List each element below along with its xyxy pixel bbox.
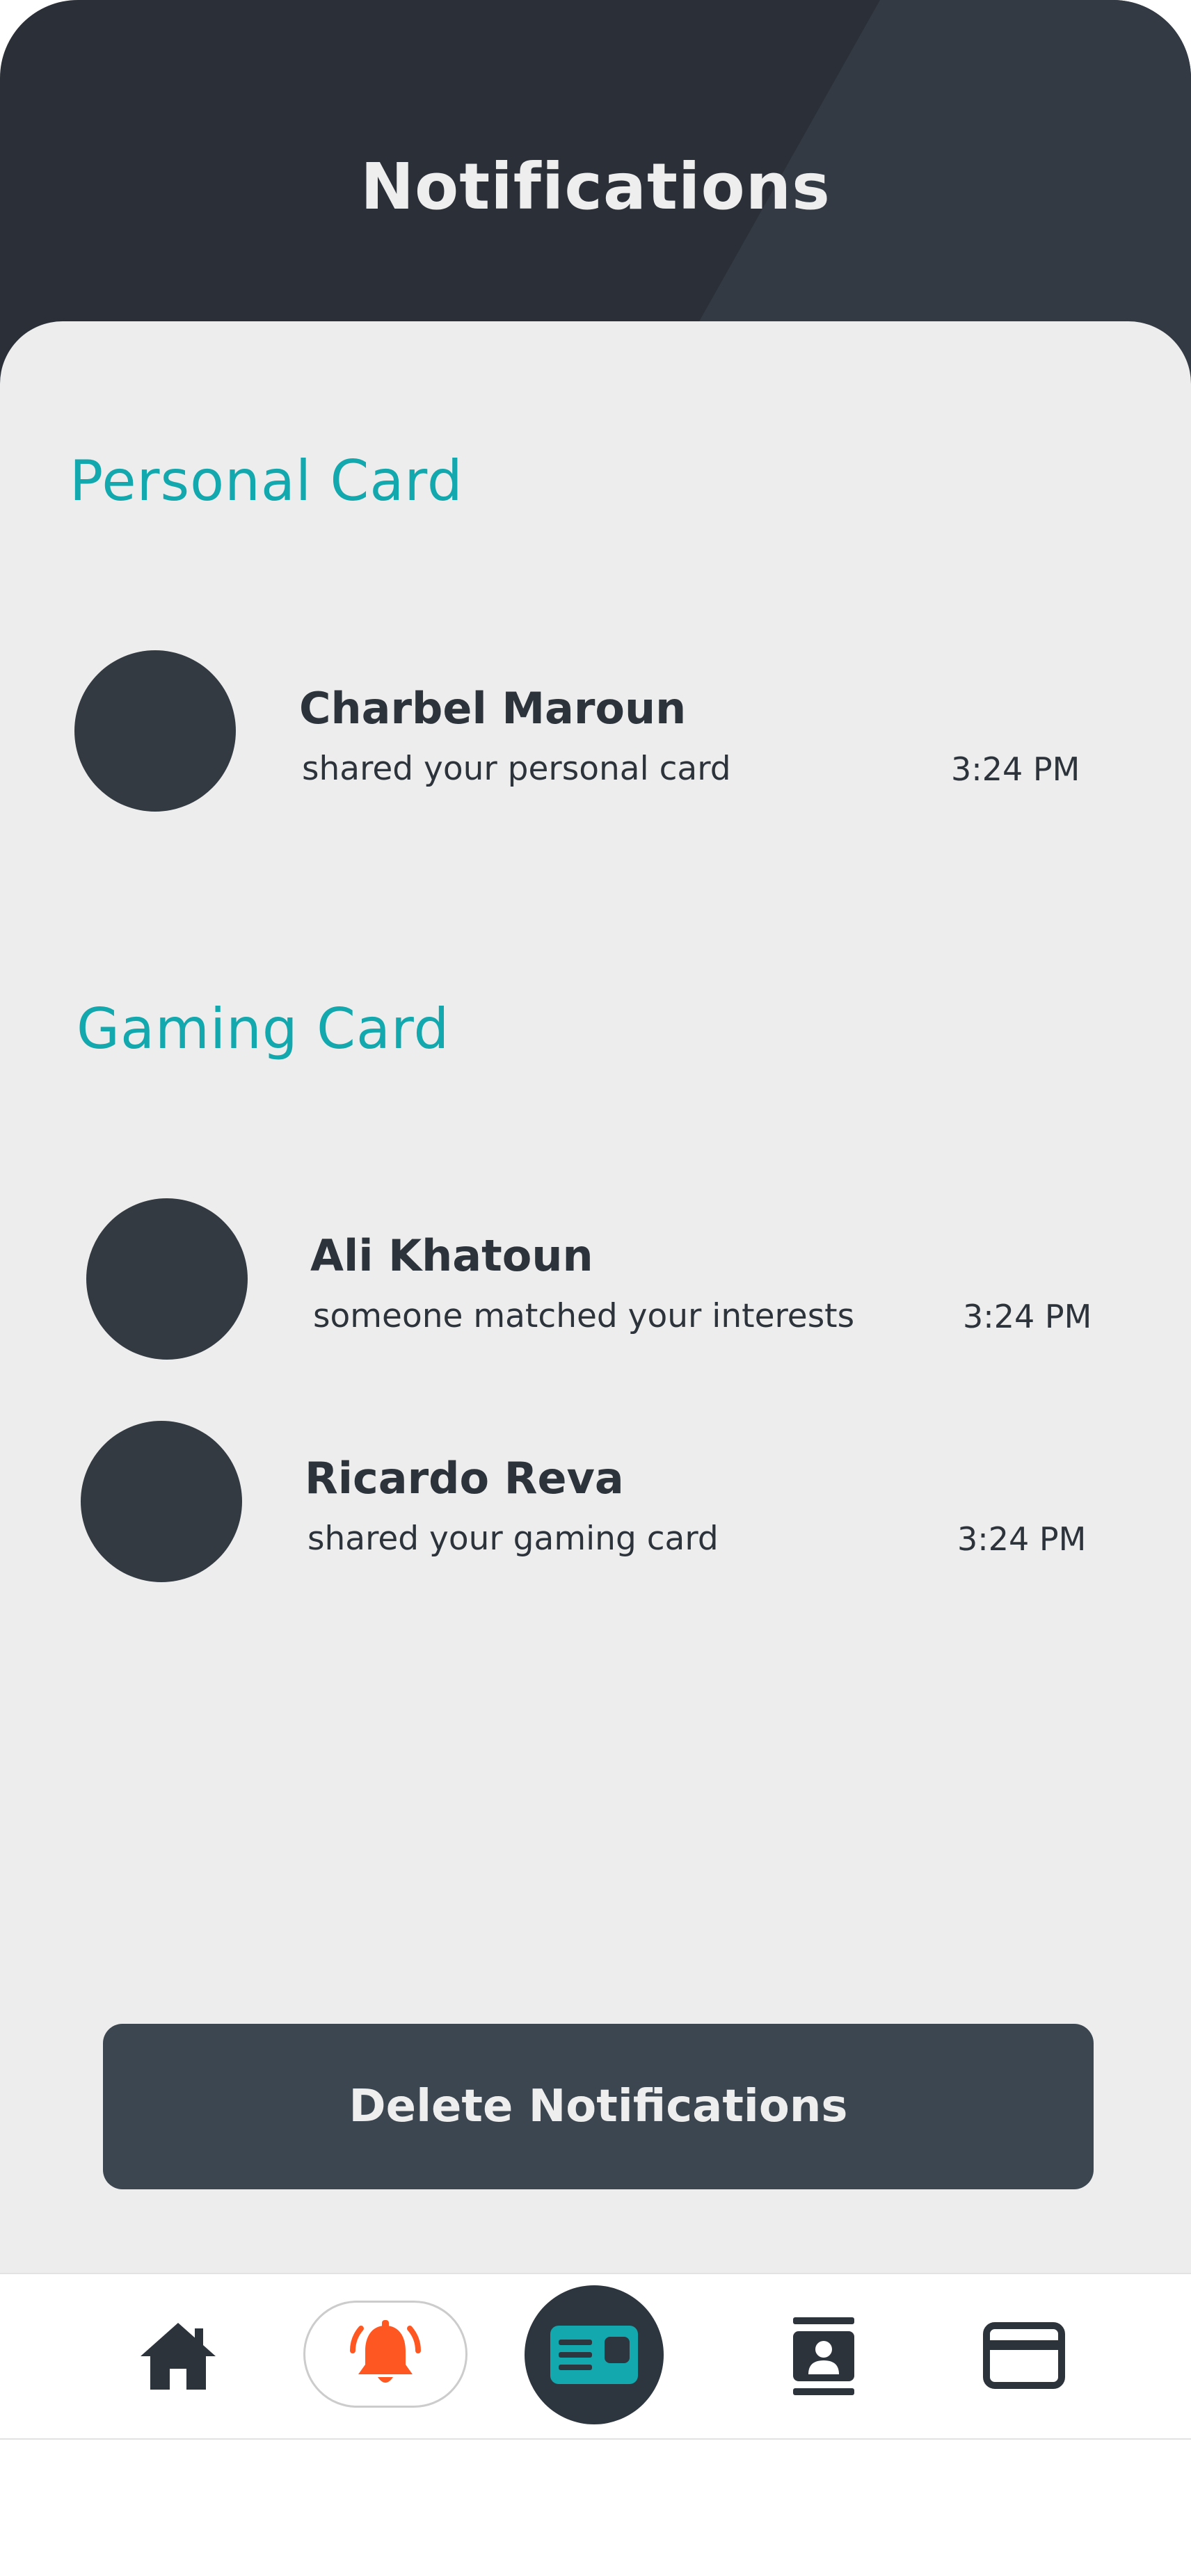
page-title: Notifications [360, 150, 831, 224]
nav-card[interactable] [525, 2285, 664, 2424]
bottom-nav [0, 2273, 1191, 2440]
id-card-icon [550, 2326, 638, 2384]
nav-home[interactable] [138, 2316, 218, 2397]
notification-message: shared your personal card [302, 750, 731, 788]
delete-notifications-button[interactable]: Delete Notifications [103, 2024, 1094, 2189]
nav-notifications[interactable] [303, 2301, 467, 2408]
notification-sender-name: Ricardo Reva [305, 1453, 624, 1504]
contact-book-icon [793, 2317, 854, 2395]
credit-card-icon [983, 2322, 1065, 2389]
notification-time: 3:24 PM [963, 1298, 1092, 1335]
avatar[interactable] [74, 650, 236, 812]
notification-message: shared your gaming card [307, 1520, 719, 1558]
notification-time: 3:24 PM [957, 1520, 1087, 1558]
nav-payments[interactable] [981, 2319, 1067, 2392]
notification-sender-name: Charbel Maroun [299, 683, 687, 734]
home-icon [141, 2323, 216, 2390]
notification-sender-name: Ali Khatoun [310, 1230, 593, 1281]
avatar[interactable] [81, 1421, 242, 1582]
notification-message: someone matched your interests [313, 1297, 855, 1335]
app-screen: Notifications Personal Card Charbel Maro… [0, 0, 1191, 2576]
notifications-list: Personal Card Charbel Maroun shared your… [0, 321, 1191, 2273]
nav-contacts[interactable] [789, 2316, 858, 2397]
avatar[interactable] [86, 1198, 248, 1360]
section-title-personal-card: Personal Card [70, 449, 463, 513]
bell-icon [350, 2320, 421, 2383]
notification-time: 3:24 PM [951, 750, 1080, 788]
section-title-gaming-card: Gaming Card [77, 997, 450, 1061]
